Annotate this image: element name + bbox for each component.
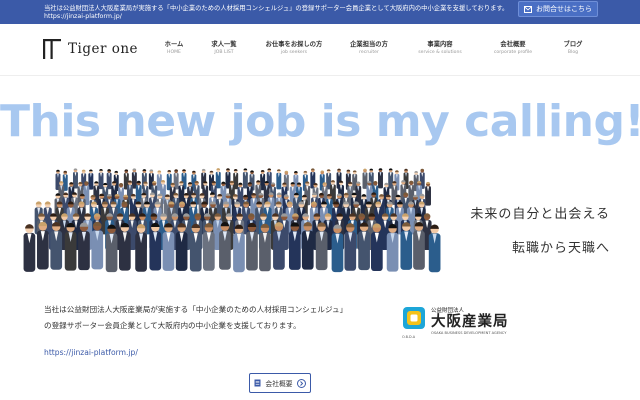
nav-sublabel: corporate profile xyxy=(493,50,533,55)
crowd-person xyxy=(166,170,172,191)
intro-link[interactable]: https://jinzai-platform.jp/ xyxy=(44,348,138,357)
crowd-person xyxy=(23,224,36,272)
crowd-person xyxy=(215,168,221,189)
business-crowd-illustration xyxy=(23,168,441,273)
nav-item-job-list[interactable]: 求人一覧 JOB LIST xyxy=(211,39,236,55)
nav-sublabel: JOB LIST xyxy=(214,50,234,55)
hero-title: This new job is my calling! xyxy=(0,96,640,147)
company-profile-button-label: 会社概要 xyxy=(265,380,293,388)
crowd-person xyxy=(276,169,282,190)
nav-label: 会社概要 xyxy=(500,41,526,48)
nav-item-home[interactable]: ホーム HOME xyxy=(165,39,184,55)
nav-label: 求人一覧 xyxy=(211,41,237,48)
document-icon xyxy=(254,379,261,387)
contact-button-label: お問合せはこちら xyxy=(536,5,592,13)
nav-sublabel: recruiter xyxy=(359,50,379,55)
nav-sublabel: Blog xyxy=(567,50,579,55)
nav-sublabel: service & solutions xyxy=(418,50,462,55)
osaka-agency-english: OSAKA BUSINESS DEVELOPMENT AGENCY xyxy=(431,331,507,335)
nav-item-job-seekers[interactable]: お仕事をお探しの方 job seekers xyxy=(266,39,323,55)
nav-item-recruiter[interactable]: 企業担当の方 recruiter xyxy=(350,39,388,55)
top-info-bar: 当社は公益財団法人大阪産業局が実施する「中小企業のための人材採用コンシェルジュ」… xyxy=(0,0,640,24)
osaka-agency-logo[interactable]: 公益財団法人 大阪産業局 OSAKA BUSINESS DEVELOPMENT … xyxy=(402,306,509,339)
crowd-person xyxy=(242,168,248,189)
envelope-icon xyxy=(524,5,532,13)
nav-item-blog[interactable]: ブログ Blog xyxy=(564,39,583,55)
arrow-right-circle-icon xyxy=(296,378,306,388)
osaka-agency-abbr: O.B.D.A xyxy=(402,335,416,339)
site-header: Tiger one ホーム HOME 求人一覧 JOB LIST お仕事をお探し… xyxy=(0,24,640,76)
obda-logo-icon xyxy=(403,307,425,329)
nav-label: ブログ xyxy=(563,41,583,48)
contact-button[interactable]: お問合せはこちら xyxy=(518,1,598,17)
osaka-agency-text: 公益財団法人 大阪産業局 OSAKA BUSINESS DEVELOPMENT … xyxy=(431,306,509,335)
company-profile-button[interactable]: 会社概要 xyxy=(249,373,311,393)
info-text: 当社は公益財団法人大阪産業局が実施する「中小企業のための人材採用コンシェルジュ」… xyxy=(44,5,509,12)
nav-sublabel: HOME xyxy=(167,50,181,55)
hero-tagline-2: 転職から天職へ xyxy=(511,241,610,256)
nav-label: お仕事をお探しの方 xyxy=(265,41,323,48)
nav-item-service[interactable]: 事業内容 service & solutions xyxy=(418,39,462,55)
crowd-person xyxy=(425,181,431,206)
osaka-agency-prefix: 公益財団法人 xyxy=(431,308,465,314)
info-url[interactable]: https://jinzai-platform.jp/ xyxy=(44,13,122,20)
nav-label: 事業内容 xyxy=(427,41,453,48)
nav-sublabel: job seekers xyxy=(280,50,308,55)
intro-text: 当社は公益財団法人大阪産業局が実施する「中小企業のための人材採用コンシェルジュ」… xyxy=(44,305,344,330)
nav-label: ホーム xyxy=(164,41,184,48)
crowd-person xyxy=(98,168,104,190)
main-nav: ホーム HOME 求人一覧 JOB LIST お仕事をお探しの方 job see… xyxy=(0,39,640,69)
hero-tagline-1: 未来の自分と出会える xyxy=(470,207,610,222)
osaka-agency-name: 大阪産業局 xyxy=(431,314,509,330)
nav-label: 企業担当の方 xyxy=(350,41,388,48)
crowd-person xyxy=(106,169,112,190)
nav-item-company[interactable]: 会社概要 corporate profile xyxy=(494,39,532,55)
crowd-person xyxy=(378,168,383,189)
crowd-person xyxy=(72,168,78,189)
crowd-person xyxy=(131,168,137,189)
crowd-person xyxy=(362,168,368,189)
crowd-person xyxy=(173,169,179,190)
